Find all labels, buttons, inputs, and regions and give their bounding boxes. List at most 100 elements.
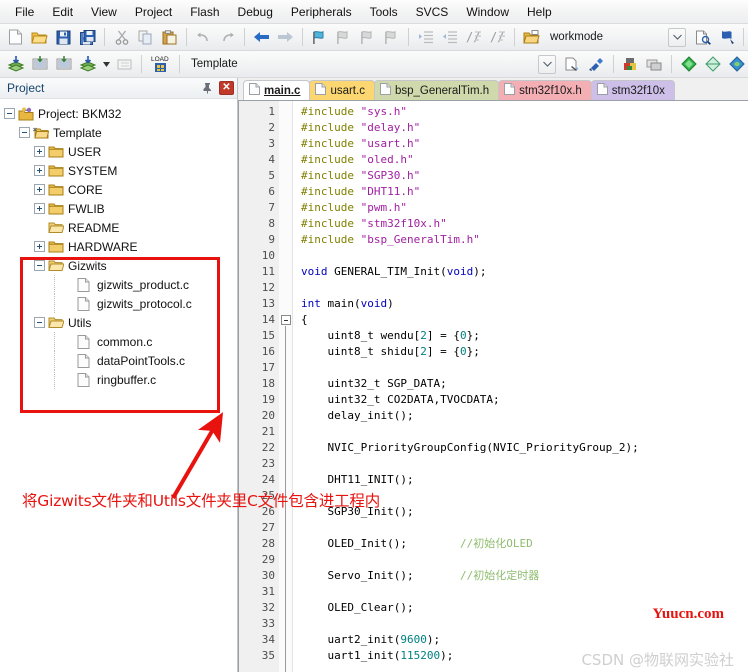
uncomment-icon[interactable]: // <box>486 26 509 48</box>
tree-item-datapointtools-c[interactable]: dataPointTools.c <box>4 351 237 370</box>
editor-tab-main-c[interactable]: main.c <box>243 80 310 100</box>
tree-item-template[interactable]: Template <box>4 123 237 142</box>
code-line <box>293 424 748 440</box>
bookmark-next-icon[interactable] <box>356 26 379 48</box>
paste-icon[interactable] <box>158 26 181 48</box>
tree-item-user[interactable]: USER <box>4 142 237 161</box>
workmode-combo-label[interactable]: workmode <box>544 28 640 47</box>
line-number: 14 <box>239 312 279 328</box>
indent-icon[interactable] <box>414 26 437 48</box>
code-line: DHT11_INIT(); <box>293 472 748 488</box>
folder-open-icon <box>48 316 64 330</box>
project-items-icon[interactable] <box>643 53 666 75</box>
fold-margin[interactable] <box>279 101 293 672</box>
tree-item-label: Project: BKM32 <box>38 108 121 120</box>
collapse-minus-icon[interactable] <box>4 108 15 119</box>
build-icon[interactable] <box>4 53 27 75</box>
expand-plus-icon[interactable] <box>34 203 45 214</box>
collapse-minus-icon[interactable] <box>19 127 30 138</box>
tree-item-project-bkm32[interactable]: Project: BKM32 <box>4 104 237 123</box>
save-icon[interactable] <box>52 26 75 48</box>
menu-peripherals[interactable]: Peripherals <box>282 2 361 22</box>
target-dropdown-arrow[interactable] <box>538 55 556 74</box>
find-in-files-icon[interactable] <box>691 26 714 48</box>
tree-item-ringbuffer-c[interactable]: ringbuffer.c <box>4 370 237 389</box>
editor-tab-stm32f10x[interactable]: stm32f10x <box>591 80 675 100</box>
menu-help[interactable]: Help <box>518 2 561 22</box>
build-dropdown-arrow[interactable] <box>100 53 112 75</box>
tree-item-utils[interactable]: Utils <box>4 313 237 332</box>
manage-run-env-icon[interactable] <box>585 53 608 75</box>
tree-item-core[interactable]: CORE <box>4 180 237 199</box>
expand-plus-icon[interactable] <box>34 184 45 195</box>
menu-tools[interactable]: Tools <box>361 2 407 22</box>
editor-tab-bsp-generaltim-h[interactable]: bsp_GeneralTim.h <box>374 80 499 100</box>
expand-plus-icon[interactable] <box>34 146 45 157</box>
editor-tabstrip[interactable]: main.cusart.cbsp_GeneralTim.hstm32f10x.h… <box>238 78 748 100</box>
editor-tab-usart-c[interactable]: usart.c <box>309 80 375 100</box>
target-combo-label[interactable]: Template <box>185 55 305 74</box>
stop-build-icon[interactable] <box>113 53 136 75</box>
pack-green-icon[interactable] <box>701 53 724 75</box>
editor-tab-stm32f10x-h[interactable]: stm32f10x.h <box>498 80 592 100</box>
tree-item-gizwits[interactable]: Gizwits <box>4 256 237 275</box>
menu-project[interactable]: Project <box>126 2 181 22</box>
fold-collapse-icon[interactable] <box>281 315 291 325</box>
copy-icon[interactable] <box>134 26 157 48</box>
rebuild-icon[interactable] <box>28 53 51 75</box>
tree-item-readme[interactable]: README <box>4 218 237 237</box>
comment-icon[interactable]: // <box>462 26 485 48</box>
menu-view[interactable]: View <box>82 2 126 22</box>
pack-world-icon[interactable] <box>725 53 748 75</box>
menu-edit[interactable]: Edit <box>43 2 82 22</box>
tree-item-common-c[interactable]: common.c <box>4 332 237 351</box>
bookmark-toggle-icon[interactable] <box>308 26 331 48</box>
menu-flash[interactable]: Flash <box>181 2 228 22</box>
collapse-minus-icon[interactable] <box>34 260 45 271</box>
undo-icon[interactable] <box>192 26 215 48</box>
batch-build-icon[interactable] <box>52 53 75 75</box>
code-text[interactable]: #include "sys.h"#include "delay.h"#inclu… <box>293 101 748 672</box>
tree-guide <box>49 351 60 370</box>
menu-window[interactable]: Window <box>457 2 518 22</box>
workmode-dropdown-arrow[interactable] <box>668 28 686 47</box>
cut-icon[interactable] <box>110 26 133 48</box>
load-icon[interactable]: LOAD <box>147 53 174 75</box>
tree-item-gizwits-product-c[interactable]: gizwits_product.c <box>4 275 237 294</box>
pin-icon[interactable] <box>199 80 216 97</box>
outdent-icon[interactable] <box>438 26 461 48</box>
menu-svcs[interactable]: SVCS <box>407 2 458 22</box>
line-number: 18 <box>239 376 279 392</box>
bookmark-prev-icon[interactable] <box>332 26 355 48</box>
multi-project-icon[interactable] <box>619 53 642 75</box>
target-options-icon[interactable] <box>561 53 584 75</box>
bookmark-find-icon[interactable] <box>715 26 738 48</box>
code-editor[interactable]: 1234567891011121314151617181920212223242… <box>238 100 748 672</box>
annotation-text: 将Gizwits文件夹和Utils文件夹里C文件包含进工程内 <box>22 489 380 511</box>
pack-installer-icon[interactable] <box>677 53 700 75</box>
expand-plus-icon[interactable] <box>34 165 45 176</box>
redo-icon[interactable] <box>216 26 239 48</box>
build-target-icon[interactable] <box>76 53 99 75</box>
navigate-forward-icon[interactable] <box>274 26 297 48</box>
line-number: 30 <box>239 568 279 584</box>
tree-item-gizwits-protocol-c[interactable]: gizwits_protocol.c <box>4 294 237 313</box>
menu-file[interactable]: File <box>6 2 43 22</box>
project-tree[interactable]: Project: BKM32 TemplateUSERSYSTEMCOREFWLI… <box>0 99 237 672</box>
bookmark-clear-icon[interactable] <box>380 26 403 48</box>
new-file-icon[interactable] <box>4 26 27 48</box>
tree-item-hardware[interactable]: HARDWARE <box>4 237 237 256</box>
tree-item-fwlib[interactable]: FWLIB <box>4 199 237 218</box>
close-icon[interactable]: ✕ <box>219 81 234 95</box>
open-folder-icon[interactable] <box>28 26 51 48</box>
save-all-icon[interactable] <box>76 26 99 48</box>
menu-debug[interactable]: Debug <box>229 2 282 22</box>
collapse-minus-icon[interactable] <box>34 317 45 328</box>
navigate-back-icon[interactable] <box>250 26 273 48</box>
c-file-icon <box>77 373 93 387</box>
toolbar-build: LOAD Template <box>0 51 748 78</box>
code-line: #include "DHT11.h" <box>293 184 748 200</box>
expand-plus-icon[interactable] <box>34 241 45 252</box>
workmode-folder-icon[interactable] <box>520 26 543 48</box>
tree-item-system[interactable]: SYSTEM <box>4 161 237 180</box>
